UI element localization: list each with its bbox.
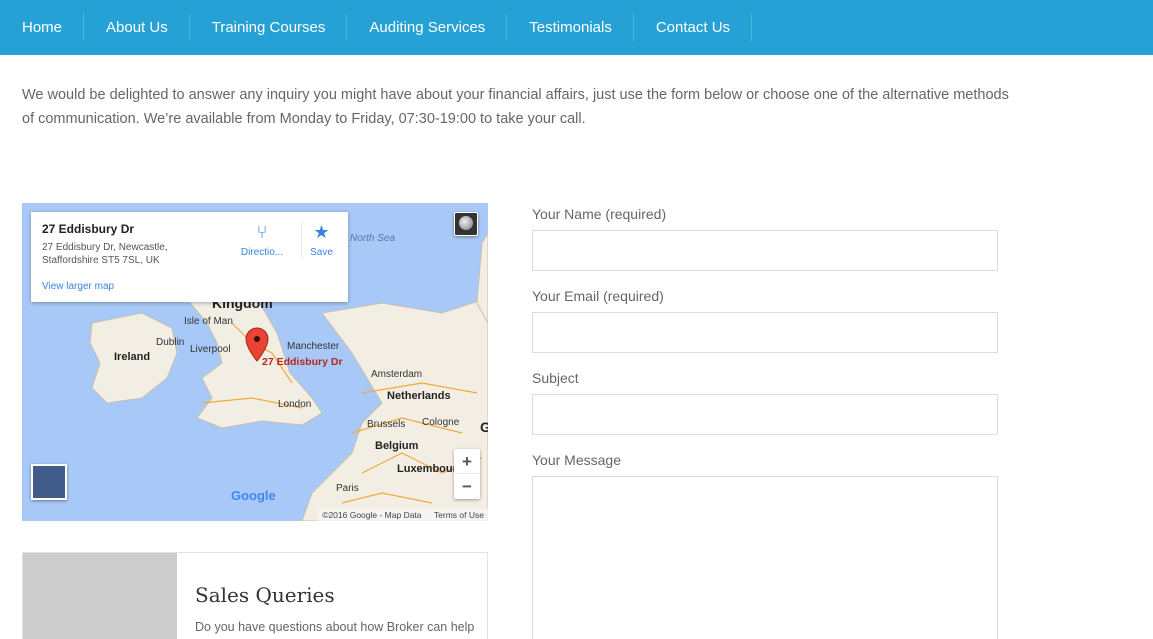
map-label-dublin: Dublin <box>156 337 185 348</box>
message-textarea[interactable] <box>532 476 998 639</box>
zoom-controls: + − <box>454 449 480 499</box>
map-label-manchester: Manchester <box>287 341 340 352</box>
map-label-netherlands: Netherlands <box>387 390 451 402</box>
directions-label: Directio... <box>240 247 284 258</box>
sales-queries-text: Do you have questions about how Broker c… <box>195 620 475 634</box>
message-label: Your Message <box>532 452 621 468</box>
sales-image-placeholder <box>23 553 177 639</box>
satellite-view-button[interactable] <box>454 212 478 236</box>
directions-icon: ⑂ <box>256 222 268 242</box>
map-label-belgium: Belgium <box>375 440 419 452</box>
map-label-brussels: Brussels <box>367 419 406 430</box>
map-pin-label: 27 Eddisbury Dr <box>262 356 343 368</box>
email-label: Your Email (required) <box>532 288 664 304</box>
map-copyright: ©2016 Google - Map Data Terms of Use <box>318 509 488 521</box>
intro-text: We would be delighted to answer any inqu… <box>22 87 1009 127</box>
zoom-out-button[interactable]: − <box>454 474 480 499</box>
map-card-title: 27 Eddisbury Dr <box>42 222 135 236</box>
nav-contact-us[interactable]: Contact Us <box>634 14 753 41</box>
nav-home[interactable]: Home <box>0 14 85 41</box>
zoom-in-button[interactable]: + <box>454 449 480 474</box>
map-label-cologne: Cologne <box>422 417 460 428</box>
google-logo: Google <box>231 488 276 503</box>
top-navigation: Home About Us Training Courses Auditing … <box>0 0 1153 55</box>
map-label-ireland: Ireland <box>114 351 151 363</box>
map-label-london: London <box>278 399 312 410</box>
map-label-isle-of-man: Isle of Man <box>184 316 233 327</box>
embedded-map[interactable]: North Sea Kingdom Isle of Man Dublin Ire… <box>22 203 488 521</box>
map-label-amsterdam: Amsterdam <box>371 369 423 380</box>
nav-testimonials[interactable]: Testimonials <box>507 14 634 41</box>
sales-queries-box: Sales Queries Do you have questions abou… <box>22 552 488 639</box>
nav-about-us[interactable]: About Us <box>84 14 190 41</box>
star-icon: ★ <box>313 222 330 242</box>
subject-label: Subject <box>532 370 579 386</box>
name-input[interactable] <box>532 230 998 271</box>
map-type-toggle[interactable] <box>31 464 67 500</box>
save-label: Save <box>310 247 333 258</box>
map-info-card: 27 Eddisbury Dr 27 Eddisbury Dr, Newcast… <box>31 212 348 302</box>
map-label-north-sea: North Sea <box>350 233 396 244</box>
map-card-address: 27 Eddisbury Dr, Newcastle, Staffordshir… <box>42 242 168 266</box>
sales-queries-title: Sales Queries <box>195 583 335 607</box>
view-larger-map-link[interactable]: View larger map <box>42 281 114 292</box>
directions-button[interactable]: ⑂ Directio... <box>235 222 289 258</box>
map-copyright-text: ©2016 Google - Map Data <box>322 510 422 520</box>
map-label-liverpool: Liverpool <box>190 344 231 355</box>
subject-input[interactable] <box>532 394 998 435</box>
terms-of-use-link[interactable]: Terms of Use <box>434 510 484 520</box>
save-button[interactable]: ★ Save <box>301 222 341 258</box>
email-input[interactable] <box>532 312 998 353</box>
name-label: Your Name (required) <box>532 206 667 222</box>
nav-training-courses[interactable]: Training Courses <box>190 14 348 41</box>
map-label-g: G <box>480 419 488 435</box>
nav-auditing-services[interactable]: Auditing Services <box>347 14 508 41</box>
map-label-paris: Paris <box>336 483 359 494</box>
